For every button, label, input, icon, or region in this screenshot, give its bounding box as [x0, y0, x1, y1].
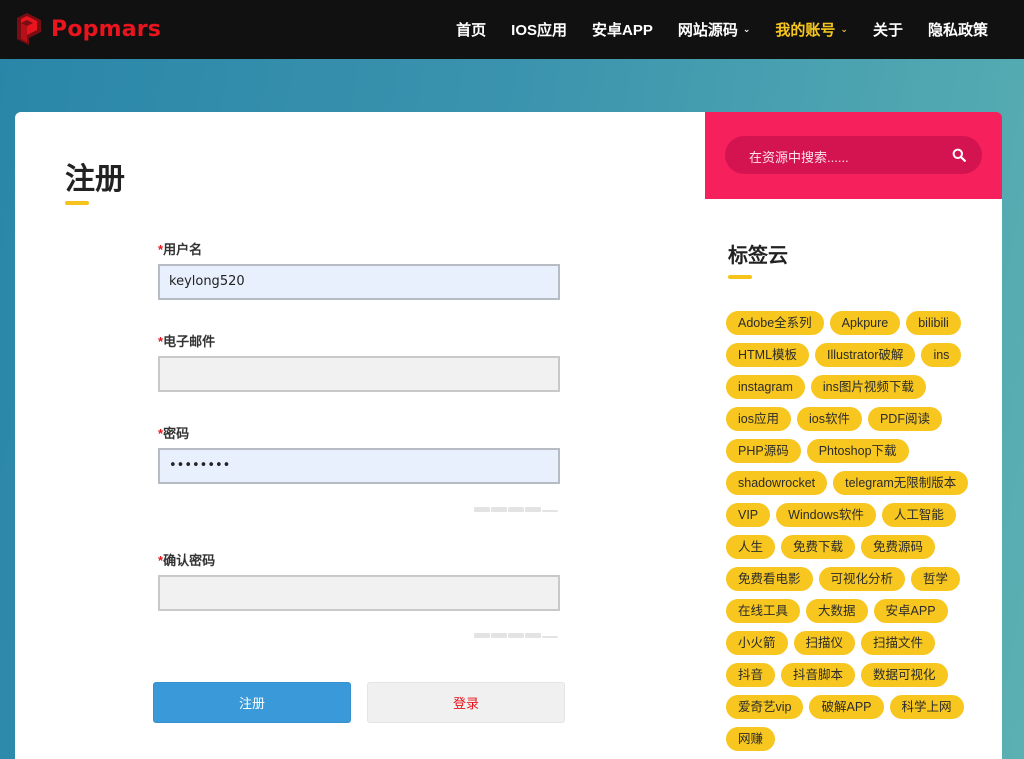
- sidebar-search-panel: 在资源中搜索......: [705, 112, 1002, 199]
- tag-item[interactable]: 在线工具: [726, 599, 801, 623]
- title-underline: [728, 275, 752, 279]
- tag-item[interactable]: PHP源码: [726, 439, 801, 463]
- tag-item[interactable]: bilibili: [906, 311, 961, 335]
- confirm-password-input[interactable]: [158, 575, 560, 611]
- password-strength-meter: [474, 507, 558, 512]
- tag-item[interactable]: Windows软件: [776, 503, 876, 527]
- tag-cloud-title: 标签云: [728, 245, 788, 267]
- tag-item[interactable]: PDF阅读: [867, 407, 942, 431]
- tag-item[interactable]: 扫描文件: [861, 631, 936, 655]
- tag-item[interactable]: 抖音脚本: [781, 663, 856, 687]
- tag-item[interactable]: VIP: [726, 503, 771, 527]
- search-input[interactable]: 在资源中搜索......: [725, 136, 982, 174]
- tag-item[interactable]: 哲学: [911, 567, 961, 591]
- tag-item[interactable]: Adobe全系列: [726, 311, 824, 335]
- tag-item[interactable]: instagram: [726, 375, 805, 399]
- tag-item[interactable]: Apkpure: [829, 311, 901, 335]
- nav-label: 关于: [872, 22, 903, 39]
- tag-item[interactable]: 人生: [726, 535, 776, 559]
- tag-item[interactable]: 免费看电影: [726, 567, 813, 591]
- tag-item[interactable]: 爱奇艺vip: [726, 695, 804, 719]
- label-text: 密码: [163, 426, 190, 441]
- nav-label: IOS应用: [511, 22, 567, 39]
- tag-item[interactable]: ios应用: [726, 407, 791, 431]
- label-text: 确认密码: [163, 553, 216, 568]
- confirm-password-label: *确认密码: [158, 550, 215, 569]
- tag-item[interactable]: 免费源码: [861, 535, 936, 559]
- register-card: 注册 *用户名 keylong520 *电子邮件 *密码 •••••••• *确…: [15, 112, 705, 759]
- tag-item[interactable]: Illustrator破解: [815, 343, 916, 367]
- tag-item[interactable]: ins图片视频下载: [810, 375, 926, 399]
- tag-item[interactable]: shadowrocket: [726, 471, 828, 495]
- tag-item[interactable]: 扫描仪: [793, 631, 856, 655]
- tag-item[interactable]: HTML模板: [726, 343, 810, 367]
- site-logo[interactable]: Popmars: [15, 11, 161, 47]
- tag-item[interactable]: ins: [921, 343, 962, 367]
- nav-label: 首页: [456, 22, 487, 39]
- site-header: Popmars 首页 IOS应用 安卓APP 网站源码 ⌄ 我的账号 ⌄ 关于 隐私…: [0, 0, 1024, 59]
- register-button[interactable]: 注册: [153, 682, 351, 723]
- tag-item[interactable]: 数据可视化: [861, 663, 948, 687]
- nav-label: 我的账号: [775, 22, 836, 39]
- nav-item-site-source[interactable]: 网站源码 ⌄: [678, 19, 751, 40]
- tag-item[interactable]: 网赚: [726, 727, 776, 751]
- search-icon[interactable]: [952, 148, 966, 162]
- search-placeholder: 在资源中搜索......: [749, 150, 849, 165]
- tag-item[interactable]: 抖音: [726, 663, 776, 687]
- nav-item-about[interactable]: 关于: [873, 19, 903, 40]
- tag-item[interactable]: 可视化分析: [818, 567, 906, 591]
- tag-item[interactable]: telegram无限制版本: [833, 471, 969, 495]
- chevron-down-icon: ⌄: [840, 24, 848, 34]
- tag-item[interactable]: 免费下载: [781, 535, 856, 559]
- tag-item[interactable]: 小火箭: [726, 631, 788, 655]
- tag-cloud-widget: 标签云 Adobe全系列 Apkpure bilibili HTML模板 Illustr…: [705, 199, 1002, 759]
- title-underline: [65, 201, 89, 205]
- nav-item-my-account[interactable]: 我的账号 ⌄: [775, 19, 848, 40]
- page-title: 注册: [65, 163, 125, 196]
- nav-item-android-apps[interactable]: 安卓APP: [592, 19, 653, 40]
- chevron-down-icon: ⌄: [742, 24, 751, 34]
- nav-item-privacy[interactable]: 隐私政策: [928, 19, 988, 40]
- password-input[interactable]: ••••••••: [158, 448, 560, 484]
- nav-label: 网站源码: [677, 22, 738, 39]
- password-label: *密码: [158, 423, 189, 442]
- tag-list: Adobe全系列 Apkpure bilibili HTML模板 Illustrator…: [726, 311, 988, 751]
- logo-mark-icon: [17, 13, 41, 45]
- nav-label: 安卓APP: [592, 22, 653, 39]
- username-label: *用户名: [158, 239, 202, 258]
- tag-item[interactable]: 科学上网: [889, 695, 964, 719]
- nav-label: 隐私政策: [927, 22, 988, 39]
- username-input[interactable]: keylong520: [158, 264, 560, 300]
- tag-item[interactable]: 大数据: [806, 599, 868, 623]
- email-input[interactable]: [158, 356, 560, 392]
- email-label: *电子邮件: [158, 331, 215, 350]
- label-text: 电子邮件: [163, 334, 216, 349]
- nav-item-home[interactable]: 首页: [456, 19, 486, 40]
- nav-item-ios-apps[interactable]: IOS应用: [511, 19, 567, 40]
- logo-text: Popmars: [51, 16, 162, 42]
- tag-item[interactable]: 破解APP: [809, 695, 884, 719]
- main-nav: 首页 IOS应用 安卓APP 网站源码 ⌄ 我的账号 ⌄ 关于 隐私政策: [456, 0, 1024, 59]
- confirm-strength-meter: [474, 633, 558, 638]
- label-text: 用户名: [163, 242, 203, 257]
- login-button[interactable]: 登录: [367, 682, 565, 723]
- tag-item[interactable]: 安卓APP: [873, 599, 948, 623]
- tag-item[interactable]: ios软件: [796, 407, 862, 431]
- tag-item[interactable]: 人工智能: [881, 503, 956, 527]
- tag-item[interactable]: Phtoshop下载: [806, 439, 909, 463]
